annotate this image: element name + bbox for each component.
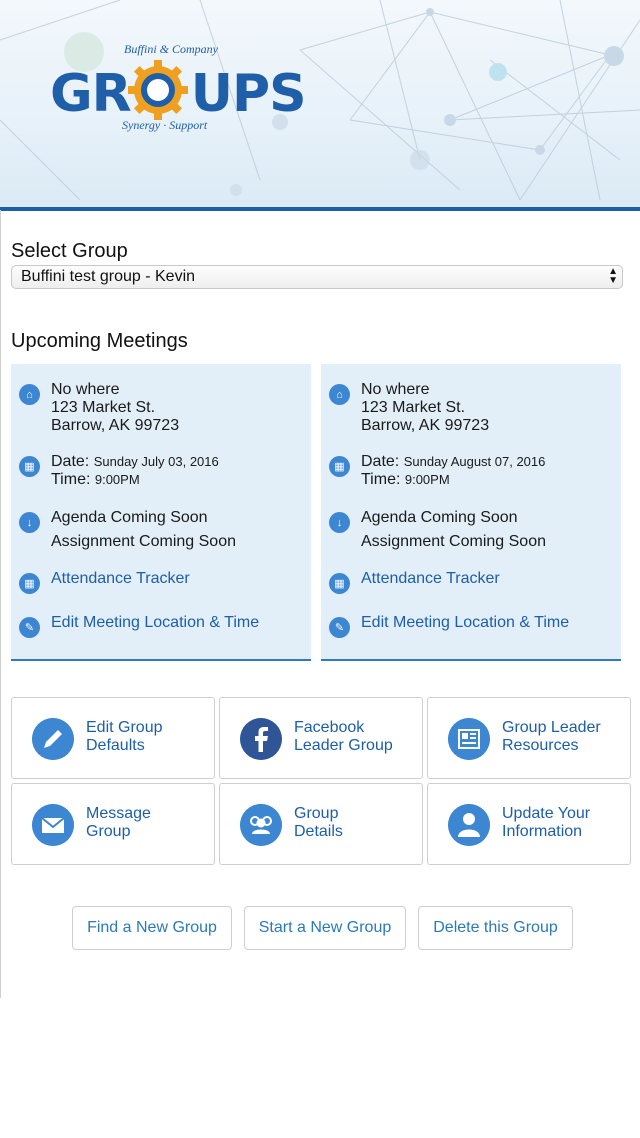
home-icon: ⌂ bbox=[19, 384, 40, 405]
tile-label-line2: Information bbox=[502, 823, 583, 840]
location-city: Barrow, AK 99723 bbox=[361, 417, 490, 434]
assignment-text: Assignment Coming Soon bbox=[361, 533, 546, 550]
logo-bottom-text: Synergy · Support bbox=[122, 118, 208, 132]
edit-meeting-label[interactable]: Edit Meeting Location & Time bbox=[361, 614, 569, 632]
group-details-tile[interactable]: Group Details bbox=[219, 783, 423, 865]
arrow-down-icon: ↓ bbox=[329, 512, 350, 533]
time-label: Time: bbox=[51, 471, 91, 488]
meeting-card: ⌂ No where 123 Market St. Barrow, AK 997… bbox=[321, 364, 621, 661]
group-select[interactable]: Buffini test group - Kevin ▲ ▼ bbox=[11, 265, 623, 289]
tile-label-line1: Update Your bbox=[502, 805, 591, 822]
logo-top-text: Buffini & Company bbox=[124, 42, 218, 56]
tile-label-line2: Details bbox=[294, 823, 343, 840]
tile-label-line1: Edit Group bbox=[86, 719, 163, 736]
delete-group-button[interactable]: Delete this Group bbox=[418, 906, 573, 950]
tile-label-line2: Leader Group bbox=[294, 737, 393, 754]
meeting-date: Sunday July 03, 2016 bbox=[93, 454, 219, 469]
calendar-icon: ▦ bbox=[19, 573, 40, 594]
document-icon bbox=[448, 718, 490, 760]
meeting-time: 9:00PM bbox=[404, 472, 450, 487]
group-select-value: Buffini test group - Kevin bbox=[21, 268, 196, 285]
agenda-text: Agenda Coming Soon bbox=[361, 509, 518, 526]
time-label: Time: bbox=[361, 471, 401, 488]
tile-label-line1: Facebook bbox=[294, 719, 365, 736]
facebook-icon bbox=[240, 718, 282, 760]
gear-icon bbox=[128, 60, 188, 120]
tile-label-line1: Group bbox=[294, 805, 339, 822]
facebook-leader-group-tile[interactable]: Facebook Leader Group bbox=[219, 697, 423, 779]
select-group-label: Select Group bbox=[11, 240, 128, 262]
tile-label-line2: Resources bbox=[502, 737, 579, 754]
people-icon bbox=[240, 804, 282, 846]
message-group-tile[interactable]: Message Group bbox=[11, 783, 215, 865]
calendar-icon: ▦ bbox=[329, 456, 350, 477]
tile-label-line2: Defaults bbox=[86, 737, 145, 754]
header-divider bbox=[0, 207, 640, 211]
assignment-text: Assignment Coming Soon bbox=[51, 533, 236, 550]
tile-label-line2: Group bbox=[86, 823, 131, 840]
group-leader-resources-tile[interactable]: Group Leader Resources bbox=[427, 697, 631, 779]
calendar-icon: ▦ bbox=[19, 456, 40, 477]
update-information-tile[interactable]: Update Your Information bbox=[427, 783, 631, 865]
pencil-icon bbox=[32, 718, 74, 760]
calendar-icon: ▦ bbox=[329, 573, 350, 594]
envelope-icon bbox=[32, 804, 74, 846]
meeting-date: Sunday August 07, 2016 bbox=[403, 454, 546, 469]
upcoming-meetings-title: Upcoming Meetings bbox=[11, 330, 188, 352]
home-icon: ⌂ bbox=[329, 384, 350, 405]
header-banner: Buffini & Company GR UPS Synergy · Suppor… bbox=[0, 0, 640, 207]
attendance-tracker-label[interactable]: Attendance Tracker bbox=[51, 570, 190, 588]
tile-label-line1: Group Leader bbox=[502, 719, 601, 736]
agenda-text: Agenda Coming Soon bbox=[51, 509, 208, 526]
location-city: Barrow, AK 99723 bbox=[51, 417, 180, 434]
pencil-icon: ✎ bbox=[329, 617, 350, 638]
location-name: No where bbox=[51, 381, 120, 398]
start-new-group-button[interactable]: Start a New Group bbox=[244, 906, 406, 950]
pencil-icon: ✎ bbox=[19, 617, 40, 638]
meeting-card: ⌂ No where 123 Market St. Barrow, AK 997… bbox=[11, 364, 311, 661]
arrow-down-icon: ↓ bbox=[19, 512, 40, 533]
meeting-time: 9:00PM bbox=[94, 472, 140, 487]
attendance-tracker-label[interactable]: Attendance Tracker bbox=[361, 570, 500, 588]
tile-label-line1: Message bbox=[86, 805, 151, 822]
date-label: Date: bbox=[361, 453, 400, 470]
location-street: 123 Market St. bbox=[361, 399, 466, 416]
location-street: 123 Market St. bbox=[51, 399, 156, 416]
edit-meeting-label[interactable]: Edit Meeting Location & Time bbox=[51, 614, 259, 632]
find-new-group-button[interactable]: Find a New Group bbox=[72, 906, 232, 950]
date-label: Date: bbox=[51, 453, 90, 470]
select-arrows-icon: ▲ ▼ bbox=[608, 266, 618, 286]
location-name: No where bbox=[361, 381, 430, 398]
edit-group-defaults-tile[interactable]: Edit Group Defaults bbox=[11, 697, 215, 779]
groups-logo: Buffini & Company GR UPS Synergy · Suppor… bbox=[50, 40, 310, 140]
user-icon bbox=[448, 804, 490, 846]
page-border bbox=[0, 210, 1, 998]
